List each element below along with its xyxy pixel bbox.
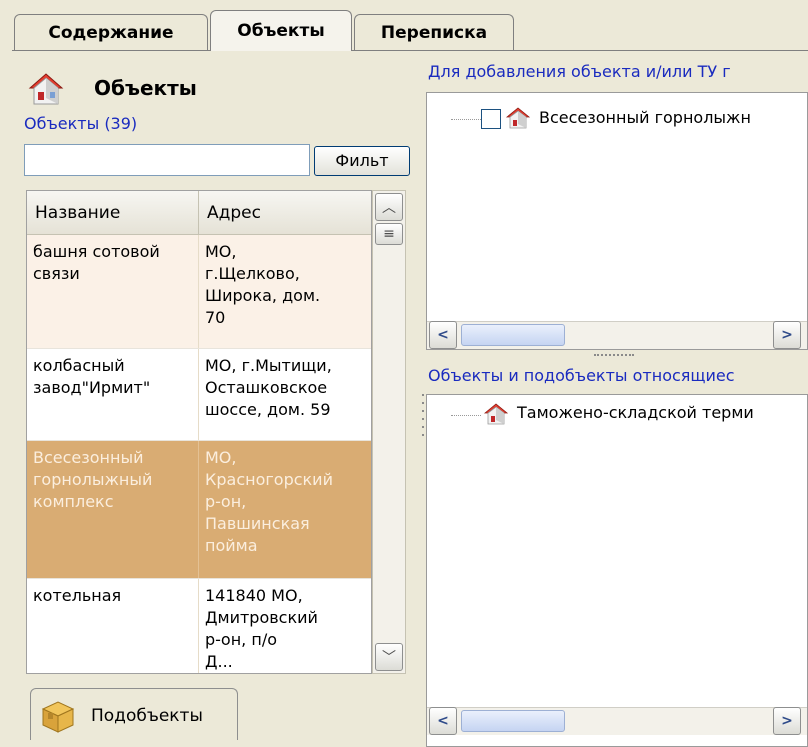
tree-item-label[interactable]: Всесезонный горнолыжн <box>539 108 751 127</box>
scroll-left-button[interactable]: < <box>429 707 457 735</box>
tab-label: Объекты <box>237 21 325 41</box>
cell-name: колбасный завод"Ирмит" <box>27 349 199 440</box>
scroll-thumb[interactable] <box>461 324 565 346</box>
house-icon <box>505 105 531 135</box>
cell-name: башня сотовой связи <box>27 235 199 348</box>
column-header-address[interactable]: Адрес <box>199 191 371 235</box>
scroll-thumb[interactable]: ≡ <box>375 223 403 245</box>
scroll-right-button[interactable]: > <box>773 321 801 349</box>
table-row-selected[interactable]: Всесезонный горнолыжный комплекс МО, Кра… <box>27 441 371 579</box>
chevron-left-icon: < <box>437 713 449 729</box>
objects-count-link[interactable]: Объекты (39) <box>24 114 137 133</box>
cell-address: МО, г.Мытищи, Осташковское шоссе, дом. 5… <box>205 356 332 419</box>
tree-connector <box>451 415 481 416</box>
scroll-thumb[interactable] <box>461 710 565 732</box>
tab-objects[interactable]: Объекты <box>210 10 352 51</box>
tab-label: Переписка <box>380 22 488 43</box>
bottom-tree-pane: Таможено-складской терми < > <box>426 394 808 747</box>
house-icon <box>483 401 509 431</box>
top-tree-pane: Всесезонный горнолыжн < > <box>426 92 808 350</box>
cell-name: котельная <box>27 579 199 673</box>
tab-correspondence[interactable]: Переписка <box>354 14 514 50</box>
table-row[interactable]: башня сотовой связи МО, г.Щелково, Широк… <box>27 235 371 349</box>
horizontal-splitter[interactable] <box>426 352 808 362</box>
cell-address: МО, г.Щелково, Широка, дом. 70 <box>205 242 321 327</box>
cell-address: 141840 МО, Дмитровский р-он, п/о Д... <box>205 586 318 671</box>
tree-item-label[interactable]: Таможено-складской терми <box>517 403 754 422</box>
filter-input[interactable] <box>24 144 310 176</box>
tab-contents[interactable]: Содержание <box>14 14 208 50</box>
bottom-horizontal-scrollbar[interactable]: < > <box>427 707 807 735</box>
scroll-up-button[interactable]: ︿ <box>375 193 403 221</box>
panel-title: Объекты <box>94 76 197 100</box>
chevron-right-icon: > <box>781 327 793 343</box>
table-row[interactable]: котельная 141840 МО, Дмитровский р-он, п… <box>27 579 371 673</box>
scroll-down-button[interactable]: ﹀ <box>375 643 403 671</box>
house-icon <box>26 70 66 112</box>
subtab-label: Подобъекты <box>91 706 203 726</box>
top-pane-header: Для добавления объекта и/или ТУ г <box>428 62 731 81</box>
scroll-right-button[interactable]: > <box>773 707 801 735</box>
bottom-pane-header: Объекты и подобъекты относящиес <box>428 366 735 385</box>
tree-item-checkbox[interactable] <box>481 109 501 129</box>
top-horizontal-scrollbar[interactable]: < > <box>427 321 807 349</box>
scroll-left-button[interactable]: < <box>429 321 457 349</box>
tab-strip-border <box>12 50 808 51</box>
chevron-up-icon: ︿ <box>382 200 396 216</box>
tab-subobjects[interactable]: Подобъекты <box>30 688 238 740</box>
tab-label: Содержание <box>48 22 174 43</box>
table-vertical-scrollbar[interactable]: ︿ ≡ ﹀ <box>372 190 406 674</box>
grip-icon: ≡ <box>383 226 395 242</box>
objects-table: Название Адрес башня сотовой связи МО, г… <box>26 190 372 674</box>
chevron-left-icon: < <box>437 327 449 343</box>
box-icon <box>39 697 77 739</box>
chevron-right-icon: > <box>781 713 793 729</box>
chevron-down-icon: ﹀ <box>382 650 396 666</box>
column-header-name[interactable]: Название <box>27 191 199 235</box>
filter-button[interactable]: Фильт <box>314 146 410 176</box>
table-row[interactable]: колбасный завод"Ирмит" МО, г.Мытищи, Ост… <box>27 349 371 441</box>
tree-connector <box>451 119 481 120</box>
cell-name: Всесезонный горнолыжный комплекс <box>27 441 199 578</box>
cell-address: МО, Красногорский р-он, Павшинская пойма <box>205 448 333 555</box>
objects-panel-header: Объекты <box>20 68 416 112</box>
